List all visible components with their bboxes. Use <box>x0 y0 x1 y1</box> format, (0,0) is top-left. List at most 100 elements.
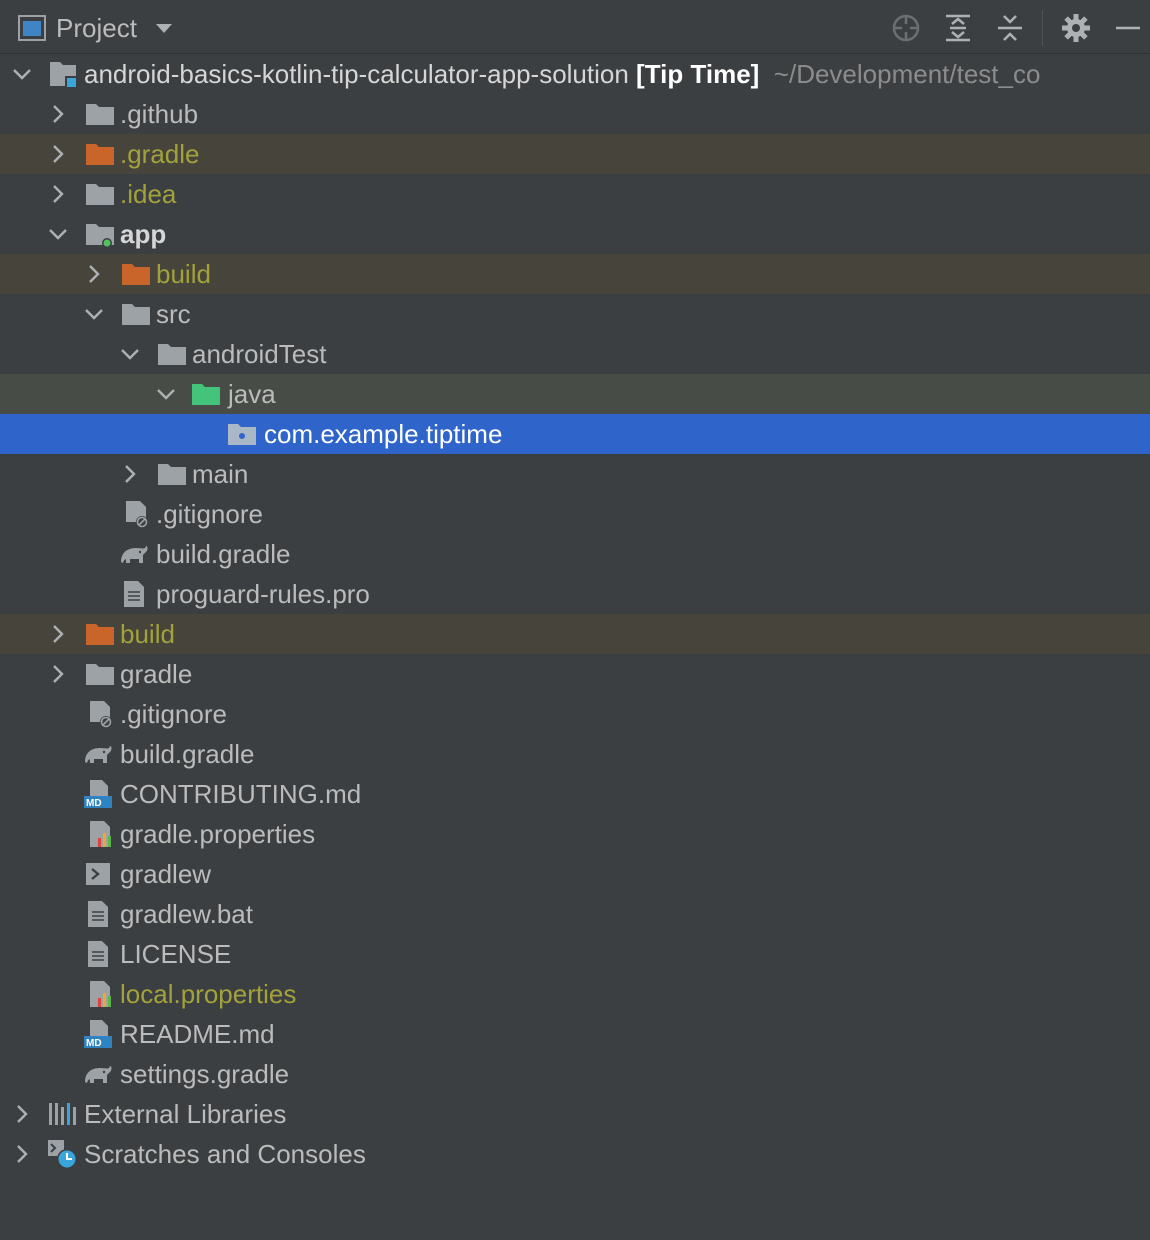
chevron-down-icon[interactable] <box>154 374 178 414</box>
tree-item-app[interactable]: app <box>0 214 1150 254</box>
tree-item-label: gradlew.bat <box>120 899 253 929</box>
tree-item-label: settings.gradle <box>120 1059 290 1089</box>
tree-item-label: Scratches and Consoles <box>84 1139 366 1169</box>
tree-item-label: LICENSE <box>120 939 232 969</box>
chevron-right-icon[interactable] <box>46 654 70 694</box>
tree-item-gradle-properties[interactable]: gradle.properties <box>0 814 1150 854</box>
chevron-right-icon[interactable] <box>46 174 70 214</box>
toolbar-separator <box>1042 10 1043 46</box>
module-folder-icon <box>84 218 116 250</box>
tree-item-contributing[interactable]: CONTRIBUTING.md <box>0 774 1150 814</box>
root-path: ~/Development/test_co <box>773 59 1041 89</box>
package-icon <box>226 418 258 450</box>
tree-item-label: .gitignore <box>120 699 227 729</box>
project-toolbar: Project <box>0 0 1150 54</box>
project-root-folder-icon <box>48 58 80 90</box>
chevron-right-icon[interactable] <box>82 254 106 294</box>
tree-item-build[interactable]: build <box>0 614 1150 654</box>
tree-item-app-build[interactable]: build <box>0 254 1150 294</box>
folder-icon <box>84 98 116 130</box>
tree-item-label: proguard-rules.pro <box>156 579 370 609</box>
expand-all-icon[interactable] <box>942 12 974 44</box>
tree-item-gradle[interactable]: gradle <box>0 654 1150 694</box>
tree-item-label: build.gradle <box>120 739 255 769</box>
tree-item-label: com.example.tiptime <box>264 419 503 449</box>
tree-item-label: .gradle <box>120 139 200 169</box>
tree-item-scratches[interactable]: Scratches and Consoles <box>0 1134 1150 1174</box>
tree-item-label: External Libraries <box>84 1099 287 1129</box>
libraries-icon <box>46 1098 78 1130</box>
tree-item-idea[interactable]: .idea <box>0 174 1150 214</box>
text-file-icon <box>82 938 114 970</box>
tree-item-label: .gitignore <box>156 499 263 529</box>
minimize-icon[interactable] <box>1112 12 1144 44</box>
gradle-elephant-icon <box>118 538 150 570</box>
tree-item-label: .github <box>120 99 199 129</box>
chevron-right-icon[interactable] <box>46 134 70 174</box>
gitignore-file-icon <box>120 498 152 530</box>
tree-item-src[interactable]: src <box>0 294 1150 334</box>
tree-item-settings-gradle[interactable]: settings.gradle <box>0 1054 1150 1094</box>
project-view-selector[interactable]: Project <box>18 12 173 44</box>
tree-item-license[interactable]: LICENSE <box>0 934 1150 974</box>
shell-script-icon <box>82 858 114 890</box>
root-module: [Tip Time] <box>636 59 760 89</box>
tree-item-label: CONTRIBUTING.md <box>120 779 362 809</box>
tree-item-local-properties[interactable]: local.properties <box>0 974 1150 1014</box>
tree-item-label: gradle <box>120 659 193 689</box>
tree-item-github[interactable]: .github <box>0 94 1150 134</box>
tree-item-label: README.md <box>120 1019 275 1049</box>
gitignore-file-icon <box>84 698 116 730</box>
tree-item-label: gradle.properties <box>120 819 316 849</box>
tree-item-proguard[interactable]: proguard-rules.pro <box>0 574 1150 614</box>
chevron-down-icon[interactable] <box>82 294 106 334</box>
tree-item-app-gitignore[interactable]: .gitignore <box>0 494 1150 534</box>
tree-item-readme[interactable]: README.md <box>0 1014 1150 1054</box>
tree-item-androidtest[interactable]: androidTest <box>0 334 1150 374</box>
chevron-right-icon[interactable] <box>46 94 70 134</box>
chevron-right-icon[interactable] <box>118 454 142 494</box>
properties-file-icon <box>84 818 116 850</box>
properties-file-icon <box>84 978 116 1010</box>
markdown-file-icon <box>82 778 114 810</box>
chevron-right-icon[interactable] <box>46 614 70 654</box>
folder-icon <box>156 458 188 490</box>
tree-item-external-libraries[interactable]: External Libraries <box>0 1094 1150 1134</box>
tree-item-main[interactable]: main <box>0 454 1150 494</box>
tree-item-label: gradlew <box>120 859 212 889</box>
tree-item-gradlew[interactable]: gradlew <box>0 854 1150 894</box>
folder-icon <box>156 338 188 370</box>
tree-root[interactable]: android-basics-kotlin-tip-calculator-app… <box>0 54 1150 94</box>
tree-item-gradle-cache[interactable]: .gradle <box>0 134 1150 174</box>
gear-icon[interactable] <box>1060 12 1092 44</box>
folder-icon <box>120 298 152 330</box>
chevron-down-icon <box>155 24 172 33</box>
tree-item-package-selected[interactable]: com.example.tiptime <box>0 414 1150 454</box>
tree-item-label: build <box>120 619 175 649</box>
tree-item-gitignore[interactable]: .gitignore <box>0 694 1150 734</box>
tree-item-gradlew-bat[interactable]: gradlew.bat <box>0 894 1150 934</box>
tree-root-label: android-basics-kotlin-tip-calculator-app… <box>84 54 1040 94</box>
chevron-right-icon[interactable] <box>10 1094 34 1134</box>
tree-item-label: local.properties <box>120 979 297 1009</box>
locate-icon[interactable] <box>890 12 922 44</box>
chevron-down-icon[interactable] <box>10 54 34 94</box>
tree-item-app-build-gradle[interactable]: build.gradle <box>0 534 1150 574</box>
tree-item-java[interactable]: java <box>0 374 1150 414</box>
chevron-down-icon[interactable] <box>46 214 70 254</box>
collapse-all-icon[interactable] <box>994 12 1026 44</box>
tree-item-build-gradle[interactable]: build.gradle <box>0 734 1150 774</box>
tree-item-label: .idea <box>120 179 177 209</box>
chevron-right-icon[interactable] <box>10 1134 34 1174</box>
tree-item-label: build.gradle <box>156 539 291 569</box>
project-view-title: Project <box>56 12 137 43</box>
gradle-elephant-icon <box>82 738 114 770</box>
test-source-folder-icon <box>190 378 222 410</box>
tree-item-label: main <box>192 459 249 489</box>
project-view-icon <box>18 15 46 41</box>
folder-icon <box>84 178 116 210</box>
chevron-down-icon[interactable] <box>118 334 142 374</box>
scratches-icon <box>46 1138 78 1170</box>
folder-icon <box>84 658 116 690</box>
tree-item-label: androidTest <box>192 339 327 369</box>
